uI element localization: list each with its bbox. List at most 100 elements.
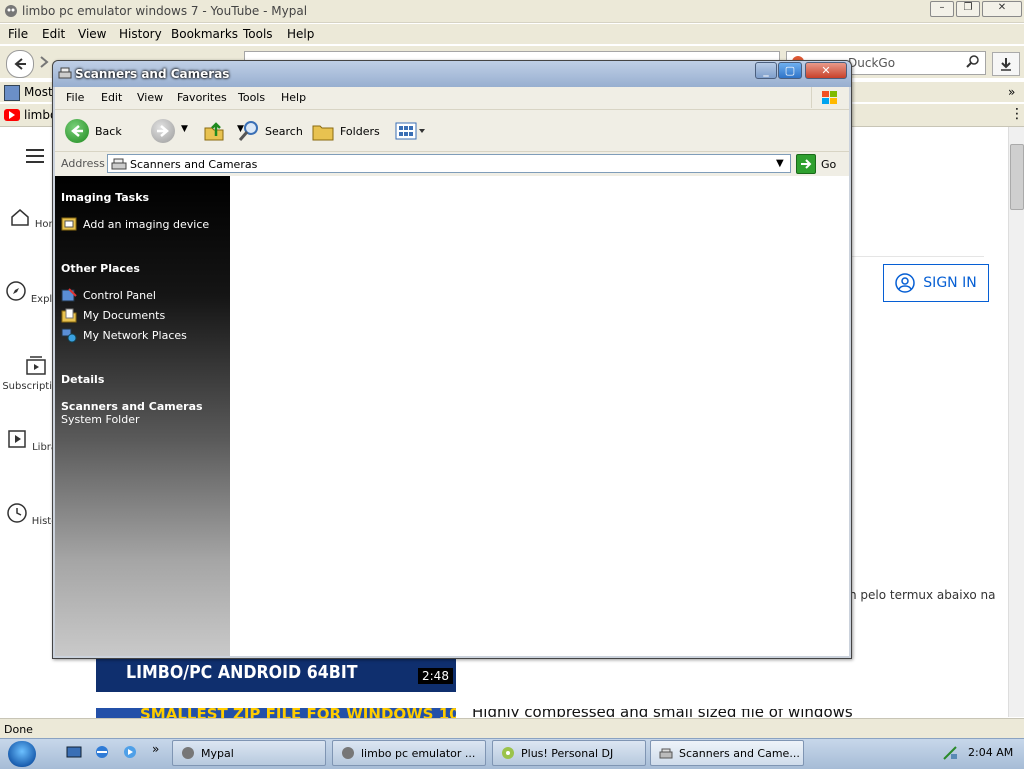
clock[interactable]: 2:04 AM [968,746,1013,759]
taskbar-button-personal-dj[interactable]: Plus! Personal DJ [492,740,646,766]
my-documents-link[interactable]: My Documents [61,307,165,323]
browser-restore-button[interactable]: ❐ [956,1,980,17]
explorer-window: Scanners and Cameras _ ▢ ✕ File Edit Vie… [52,60,852,659]
search-button[interactable]: Search [237,119,303,143]
taskbar-button-scanners[interactable]: Scanners and Came... [650,740,804,766]
scanner-icon [111,156,127,171]
history-icon [5,501,29,525]
page-scrollbar[interactable] [1008,127,1024,717]
quicklaunch-overflow[interactable]: » [152,742,159,756]
library-icon [5,427,29,451]
scrollbar-thumb[interactable] [1010,144,1024,210]
xp-menu-edit[interactable]: Edit [101,91,122,104]
media-player-icon[interactable] [122,744,138,760]
video-duration-badge: 2:48 [418,668,453,684]
video-thumbnail[interactable]: LIMBO/PC ANDROID 64BIT 2:48 [96,656,456,692]
forward-arrow-icon[interactable] [151,119,175,143]
show-desktop-icon[interactable] [66,744,82,760]
thumbnail-2-title: SMALLEST ZIP FILE FOR WINDOWS 10 [140,708,456,718]
search-icon[interactable] [965,54,981,70]
xp-menu-view[interactable]: View [137,91,163,104]
explorer-toolbar: Back ▼ ▼ Search Folders [55,110,849,152]
explorer-maximize-button[interactable]: ▢ [778,62,802,79]
back-button[interactable]: Back [65,119,122,143]
my-network-places-label: My Network Places [83,328,187,342]
explorer-close-button[interactable]: ✕ [805,62,847,79]
xp-menu-file[interactable]: File [66,91,84,104]
xp-menu-favorites[interactable]: Favorites [177,91,227,104]
menu-edit[interactable]: Edit [42,27,65,41]
account-icon [895,273,916,293]
tab-list-icon[interactable]: ⋮ [1010,106,1024,122]
taskbar-button-label: Plus! Personal DJ [521,746,614,760]
browser-statusbar: Done [0,718,1024,739]
xp-menu-help[interactable]: Help [281,91,306,104]
search-placeholder: DuckGo [848,56,896,70]
compass-icon [4,279,28,303]
up-folder-icon[interactable] [202,119,226,143]
control-panel-icon [61,287,77,303]
explorer-window-title: Scanners and Cameras [75,67,230,81]
control-panel-link[interactable]: Control Panel [61,287,156,303]
menu-help[interactable]: Help [287,27,314,41]
add-device-icon [61,216,77,232]
video-thumbnail-2[interactable]: SMALLEST ZIP FILE FOR WINDOWS 10 [96,708,456,718]
internet-explorer-icon[interactable] [94,744,110,760]
details-type: System Folder [61,413,140,426]
hamburger-menu-icon[interactable] [26,147,46,165]
taskbar-button-mypal[interactable]: Mypal [172,740,326,766]
menu-tools[interactable]: Tools [243,27,273,41]
go-arrow-icon [796,154,816,174]
menu-file[interactable]: File [8,27,28,41]
back-dropdown-icon[interactable]: ▼ [181,124,188,134]
details-name: Scanners and Cameras [61,400,203,413]
menu-history[interactable]: History [119,27,162,41]
address-value: Scanners and Cameras [130,158,258,171]
start-button[interactable] [8,741,36,767]
address-dropdown-icon[interactable]: ▼ [776,158,784,169]
browser-close-button[interactable]: ✕ [982,1,1022,17]
browser-titlebar: limbo pc emulator windows 7 - YouTube - … [0,0,1024,23]
add-imaging-device-link[interactable]: Add an imaging device [61,216,209,232]
other-places-header[interactable]: Other Places [61,262,140,275]
sign-in-button[interactable]: SIGN IN [883,264,989,302]
imaging-tasks-header[interactable]: Imaging Tasks [61,191,149,204]
dj-icon [501,746,515,760]
mypal-icon [4,4,18,18]
my-documents-label: My Documents [83,308,166,322]
taskbar-button-youtube[interactable]: limbo pc emulator ... [332,740,486,766]
mypal-icon [341,746,355,760]
address-bar: Address Scanners and Cameras ▼ Go [55,152,849,177]
menu-view[interactable]: View [78,27,106,41]
taskbar-button-label: Mypal [201,746,234,760]
forward-arrow-icon[interactable] [36,54,52,70]
search-icon [237,119,261,143]
download-icon[interactable] [992,52,1020,76]
youtube-favicon-icon [4,109,20,121]
network-icon[interactable] [942,745,958,761]
subscriptions-icon [24,353,48,377]
folder-content-area[interactable] [230,176,849,656]
details-header[interactable]: Details [61,373,104,386]
views-icon[interactable] [395,120,429,142]
menu-bookmarks[interactable]: Bookmarks [171,27,238,41]
video-title-2-clip: Highly compressed and small sized file o… [472,709,912,717]
video-title-2[interactable]: Highly compressed and small sized file o… [472,709,853,717]
my-network-places-link[interactable]: My Network Places [61,327,187,343]
explorer-titlebar[interactable]: Scanners and Cameras _ ▢ ✕ [53,61,851,87]
address-label: Address [61,157,105,170]
folders-button[interactable]: Folders [311,119,380,143]
bookmark-most-visited[interactable]: Most [24,85,53,99]
add-imaging-device-label: Add an imaging device [83,217,210,231]
go-label: Go [821,157,837,171]
address-input[interactable]: Scanners and Cameras ▼ [107,154,791,173]
go-button[interactable]: Go [796,154,836,174]
network-places-icon [61,327,77,343]
taskbar-button-label: limbo pc emulator ... [361,746,476,760]
browser-minimize-button[interactable]: – [930,1,954,17]
browser-window-title: limbo pc emulator windows 7 - YouTube - … [22,4,308,18]
back-arrow-icon[interactable] [6,50,34,78]
explorer-minimize-button[interactable]: _ [755,62,777,79]
bookmarks-overflow[interactable]: » [1008,85,1015,99]
xp-menu-tools[interactable]: Tools [238,91,265,104]
